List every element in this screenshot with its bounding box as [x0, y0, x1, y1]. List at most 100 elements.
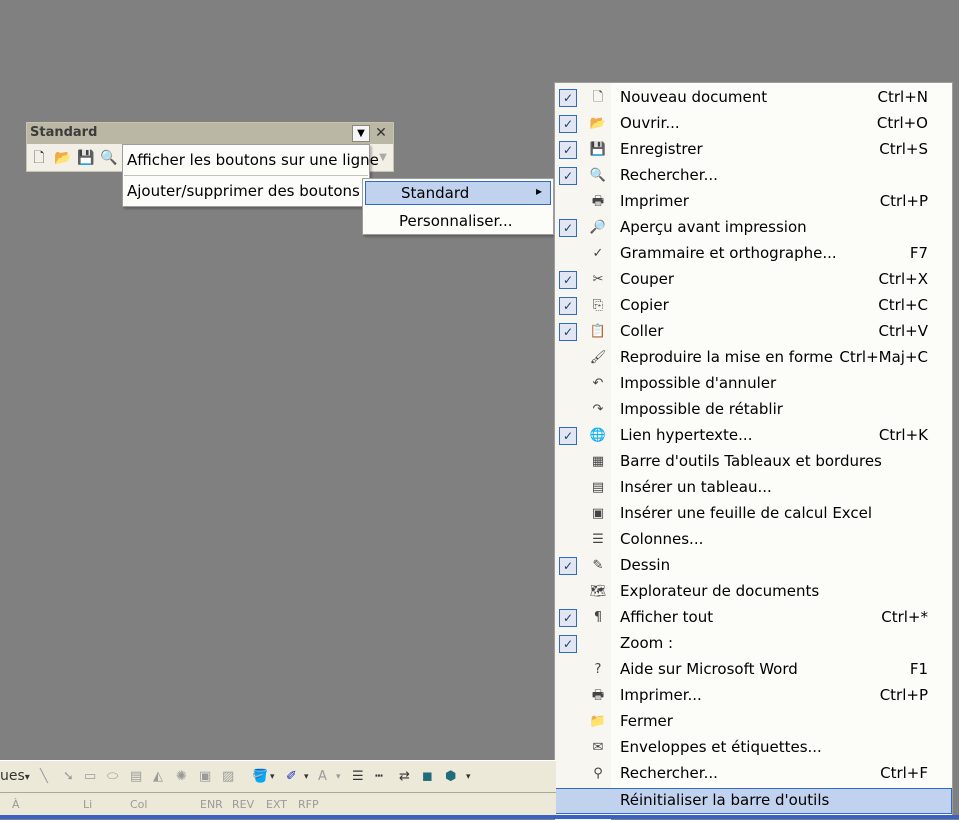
command-label: Couper [620, 270, 675, 288]
picture-icon[interactable]: ▨ [222, 769, 234, 785]
toolbar-close-button[interactable]: ✕ [372, 124, 390, 143]
command-label: Imprimer... [620, 686, 702, 704]
command-row[interactable]: 🖶 Imprimer Ctrl+P [555, 189, 952, 215]
command-row[interactable]: ✓ Zoom : [555, 631, 952, 657]
print-preview-icon: 🔎 [589, 220, 607, 235]
status-line: Li [83, 798, 93, 811]
command-row[interactable]: ✓ 🔎 Aperçu avant impression [555, 215, 952, 241]
rectangle-icon[interactable]: ▭ [84, 769, 96, 785]
add-remove-buttons-item[interactable]: Ajouter/supprimer des boutons ▾ [127, 182, 370, 200]
menu-separator [124, 175, 368, 176]
command-label: Nouveau document [620, 88, 768, 106]
open-folder-icon: 📂 [589, 116, 607, 131]
toolbar-options-icon[interactable]: ▾ [466, 769, 471, 785]
command-row[interactable]: ✓ ✂ Couper Ctrl+X [555, 267, 952, 293]
save-icon: 💾 [589, 142, 607, 157]
command-row[interactable]: ↶ Impossible d'annuler [555, 371, 952, 397]
command-row[interactable]: 🖌 Reproduire la mise en forme Ctrl+Maj+C [555, 345, 952, 371]
diagram-icon[interactable]: ✺ [176, 769, 187, 785]
submenu-item-customize[interactable]: Personnaliser... [399, 212, 513, 230]
command-shortcut: Ctrl+P [879, 192, 928, 210]
arrow-icon[interactable]: ➘ [63, 769, 74, 785]
fill-color-icon[interactable]: 🪣 [252, 769, 268, 785]
clipart-icon[interactable]: ▣ [199, 769, 211, 785]
command-row[interactable]: 📁 Fermer [555, 709, 952, 735]
columns-icon: ☰ [592, 532, 604, 547]
3d-style-icon[interactable]: ⬢ [445, 769, 456, 785]
command-label: Reproduire la mise en forme [620, 348, 833, 366]
command-row[interactable]: ✓ 📂 Ouvrir... Ctrl+O [555, 111, 952, 137]
autoshapes-menu-partial[interactable]: ues▾ [0, 768, 30, 786]
reset-toolbar-item[interactable]: Réinitialiser la barre d'outils [555, 788, 952, 814]
arrow-style-icon[interactable]: ⇄ [399, 769, 410, 785]
command-shortcut: Ctrl+C [878, 296, 928, 314]
command-row[interactable]: 🗺 Explorateur de documents [555, 579, 952, 605]
command-row[interactable]: ✓ 💾 Enregistrer Ctrl+S [555, 137, 952, 163]
command-row[interactable]: ✓ 🔍 Rechercher... [555, 163, 952, 189]
command-row[interactable]: ✓ ⎘ Copier Ctrl+C [555, 293, 952, 319]
wordart-icon[interactable]: ◭ [153, 769, 163, 785]
search-doc-icon[interactable]: 🔍 [100, 150, 117, 166]
command-label: Copier [620, 296, 669, 314]
command-shortcut: Ctrl+F [880, 764, 928, 782]
oval-icon[interactable]: ⬭ [107, 769, 118, 785]
line-style-icon[interactable]: ☰ [352, 769, 364, 785]
command-row[interactable]: ▣ Insérer une feuille de calcul Excel [555, 501, 952, 527]
command-row[interactable]: ▤ Insérer un tableau... [555, 475, 952, 501]
command-shortcut: Ctrl+V [878, 322, 928, 340]
command-shortcut: Ctrl+K [878, 426, 928, 444]
command-row[interactable]: ▦ Barre d'outils Tableaux et bordures [555, 449, 952, 475]
command-shortcut: Ctrl+X [878, 270, 928, 288]
command-row[interactable]: ✓ 📋 Coller Ctrl+V [555, 319, 952, 345]
open-folder-icon[interactable]: 📂 [54, 150, 71, 166]
line-color-icon[interactable]: ✐ [286, 769, 297, 785]
new-doc-icon[interactable]: 🗋 [31, 150, 47, 166]
status-ext[interactable]: EXT [266, 798, 287, 811]
status-enr[interactable]: ENR [200, 798, 223, 811]
scissors-icon: ✂ [592, 272, 604, 287]
spellcheck-icon: ✓ [592, 246, 604, 261]
line-icon[interactable]: ╲ [40, 769, 48, 785]
command-shortcut: Ctrl+Maj+C [839, 348, 928, 366]
toolbar-titlebar[interactable]: Standard ▼ ✕ [27, 123, 393, 144]
command-row[interactable]: ⚲ Rechercher... Ctrl+F [555, 761, 952, 787]
redo-icon: ↷ [592, 402, 604, 417]
save-icon[interactable]: 💾 [77, 150, 94, 166]
status-col: Col [130, 798, 148, 811]
checkmark-icon: ✓ [559, 609, 577, 627]
search-doc-icon: 🔍 [589, 168, 607, 183]
textbox-icon[interactable]: ▤ [130, 769, 142, 785]
document-map-icon: 🗺 [589, 584, 607, 599]
command-label: Barre d'outils Tableaux et bordures [620, 452, 882, 470]
standard-buttons-list-menu: ✓ 🗋 Nouveau document Ctrl+N ✓ 📂 Ouvrir... Ctrl+… [554, 82, 953, 820]
command-label: Explorateur de documents [620, 582, 820, 600]
status-rev[interactable]: REV [232, 798, 254, 811]
command-row[interactable]: ? Aide sur Microsoft Word F1 [555, 657, 952, 683]
envelope-icon: ✉ [592, 740, 604, 755]
checkmark-icon: ✓ [559, 219, 577, 237]
command-row[interactable]: ✓ ¶ Afficher tout Ctrl+* [555, 605, 952, 631]
font-color-icon[interactable]: A [318, 769, 327, 785]
status-rfp[interactable]: RFP [298, 798, 319, 811]
command-row[interactable]: ✓ Grammaire et orthographe... F7 [555, 241, 952, 267]
submenu-item-standard[interactable]: Standard ▸ [365, 181, 551, 205]
command-row[interactable]: ✓ ✎ Dessin [555, 553, 952, 579]
toolbar-options-dropdown-button[interactable]: ▼ [352, 125, 370, 142]
font-color-dropdown-icon[interactable]: ▾ [336, 769, 341, 785]
shadow-style-icon[interactable]: ◼ [422, 769, 433, 785]
format-painter-icon: 🖌 [589, 350, 607, 365]
dash-style-icon[interactable]: ┅ [375, 769, 383, 785]
command-row[interactable]: ✓ 🗋 Nouveau document Ctrl+N [555, 85, 952, 111]
command-row[interactable]: ↷ Impossible de rétablir [555, 397, 952, 423]
hyperlink-globe-icon: 🌐 [589, 428, 607, 443]
line-color-dropdown-icon[interactable]: ▾ [304, 769, 309, 785]
fill-color-dropdown-icon[interactable]: ▾ [270, 769, 275, 785]
command-row[interactable]: ✉ Enveloppes et étiquettes... [555, 735, 952, 761]
checkmark-icon: ✓ [559, 271, 577, 289]
command-label: Imprimer [620, 192, 689, 210]
checkmark-icon: ✓ [559, 635, 577, 653]
show-buttons-one-line-item[interactable]: Afficher les boutons sur une ligne [127, 151, 379, 169]
command-row[interactable]: 🖶 Imprimer... Ctrl+P [555, 683, 952, 709]
command-row[interactable]: ✓ 🌐 Lien hypertexte... Ctrl+K [555, 423, 952, 449]
command-row[interactable]: ☰ Colonnes... [555, 527, 952, 553]
